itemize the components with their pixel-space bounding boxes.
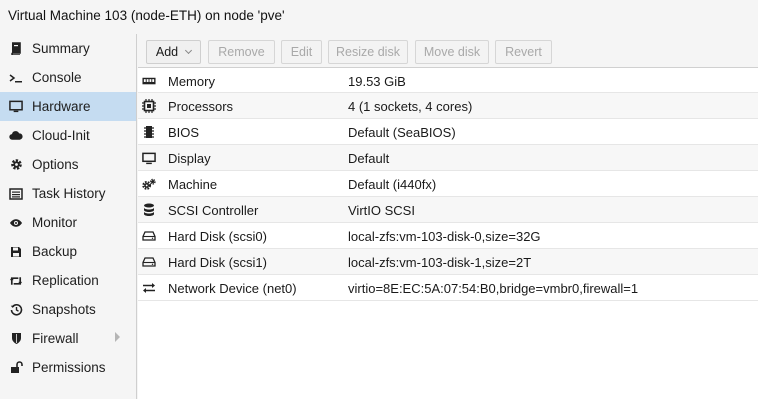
row-value: Default (i440fx) bbox=[348, 177, 437, 192]
add-button-label: Add bbox=[155, 45, 179, 59]
cloud-icon bbox=[9, 129, 23, 143]
row-name: SCSI Controller bbox=[168, 203, 259, 218]
row-value: local-zfs:vm-103-disk-0,size=32G bbox=[348, 229, 541, 244]
table-row[interactable]: Display Default bbox=[138, 145, 758, 171]
remove-button-label: Remove bbox=[218, 45, 265, 59]
cogs-icon bbox=[142, 177, 156, 191]
row-name: Network Device (net0) bbox=[168, 281, 297, 296]
sidebar-item-replication[interactable]: Replication bbox=[0, 266, 136, 295]
move-disk-button[interactable]: Move disk bbox=[415, 40, 489, 64]
sidebar-item-task-history[interactable]: Task History bbox=[0, 179, 136, 208]
hardware-grid: Memory 19.53 GiB Processors 4 (1 sockets… bbox=[138, 68, 758, 301]
sidebar-item-cloud-init[interactable]: Cloud-Init bbox=[0, 121, 136, 150]
edit-button[interactable]: Edit bbox=[281, 40, 322, 64]
sidebar-item-snapshots[interactable]: Snapshots bbox=[0, 295, 136, 324]
memory-icon bbox=[142, 74, 156, 88]
edit-button-label: Edit bbox=[290, 45, 313, 59]
title-bar: Virtual Machine 103 (node-ETH) on node '… bbox=[0, 0, 758, 34]
row-name: Hard Disk (scsi1) bbox=[168, 255, 267, 270]
revert-button-label: Revert bbox=[505, 45, 542, 59]
remove-button[interactable]: Remove bbox=[208, 40, 275, 64]
row-value: local-zfs:vm-103-disk-1,size=2T bbox=[348, 255, 532, 270]
row-name: Processors bbox=[168, 99, 234, 114]
hardware-panel: Add Remove Edit Resize disk Move disk Re… bbox=[138, 34, 758, 399]
sidebar-item-label: Firewall bbox=[32, 331, 79, 346]
row-name: Display bbox=[168, 151, 211, 166]
sidebar-item-label: Cloud-Init bbox=[32, 128, 90, 143]
sidebar-item-options[interactable]: Options bbox=[0, 150, 136, 179]
sidebar-item-label: Replication bbox=[32, 273, 99, 288]
sidebar-item-label: Summary bbox=[32, 41, 90, 56]
book-icon bbox=[9, 42, 23, 56]
retweet-icon bbox=[9, 274, 23, 288]
window-title: Virtual Machine 103 (node-ETH) on node '… bbox=[8, 8, 285, 23]
table-row[interactable]: Machine Default (i440fx) bbox=[138, 171, 758, 197]
table-row[interactable]: BIOS Default (SeaBIOS) bbox=[138, 119, 758, 145]
sidebar-item-label: Console bbox=[32, 70, 82, 85]
eye-icon bbox=[9, 216, 23, 230]
sidebar-item-label: Task History bbox=[32, 186, 106, 201]
terminal-icon bbox=[9, 71, 23, 85]
table-row[interactable]: Processors 4 (1 sockets, 4 cores) bbox=[138, 93, 758, 119]
table-row[interactable]: SCSI Controller VirtIO SCSI bbox=[138, 197, 758, 223]
sidebar-item-firewall[interactable]: Firewall bbox=[0, 324, 136, 353]
list-icon bbox=[9, 187, 23, 201]
sidebar-item-console[interactable]: Console bbox=[0, 63, 136, 92]
sidebar: Summary Console Hardware Cloud-Init Opti… bbox=[0, 34, 137, 399]
sidebar-item-hardware[interactable]: Hardware bbox=[0, 92, 136, 121]
submenu-arrow-icon bbox=[115, 332, 120, 342]
sidebar-item-label: Monitor bbox=[32, 215, 78, 230]
desktop-icon bbox=[142, 151, 156, 165]
sidebar-item-summary[interactable]: Summary bbox=[0, 34, 136, 63]
chevron-down-icon bbox=[185, 46, 193, 55]
move-disk-button-label: Move disk bbox=[423, 45, 481, 59]
database-icon bbox=[142, 203, 156, 217]
add-button[interactable]: Add bbox=[146, 40, 201, 64]
sidebar-item-label: Hardware bbox=[32, 99, 91, 114]
sidebar-item-label: Snapshots bbox=[32, 302, 96, 317]
row-value: virtio=8E:EC:5A:07:54:B0,bridge=vmbr0,fi… bbox=[348, 281, 639, 296]
resize-disk-button-label: Resize disk bbox=[336, 45, 400, 59]
history-icon bbox=[9, 303, 23, 317]
row-value: 4 (1 sockets, 4 cores) bbox=[348, 99, 473, 114]
row-name: Memory bbox=[168, 74, 215, 89]
sidebar-item-permissions[interactable]: Permissions bbox=[0, 353, 136, 382]
floppy-icon bbox=[9, 245, 23, 259]
table-row[interactable]: Network Device (net0) virtio=8E:EC:5A:07… bbox=[138, 275, 758, 301]
row-value: Default (SeaBIOS) bbox=[348, 125, 456, 140]
sidebar-item-backup[interactable]: Backup bbox=[0, 237, 136, 266]
table-row[interactable]: Memory 19.53 GiB bbox=[138, 68, 758, 93]
hdd-icon bbox=[142, 255, 156, 269]
row-value: 19.53 GiB bbox=[348, 74, 406, 89]
sidebar-item-label: Permissions bbox=[32, 360, 106, 375]
cpu-icon bbox=[142, 99, 156, 113]
shield-icon bbox=[9, 332, 23, 346]
exchange-icon bbox=[142, 281, 156, 295]
hdd-icon bbox=[142, 229, 156, 243]
microchip-icon bbox=[142, 125, 156, 139]
sidebar-item-monitor[interactable]: Monitor bbox=[0, 208, 136, 237]
row-value: Default bbox=[348, 151, 390, 166]
row-name: Machine bbox=[168, 177, 218, 192]
row-name: Hard Disk (scsi0) bbox=[168, 229, 267, 244]
sidebar-item-label: Backup bbox=[32, 244, 78, 259]
row-name: BIOS bbox=[168, 125, 200, 140]
toolbar: Add Remove Edit Resize disk Move disk Re… bbox=[138, 34, 758, 68]
row-value: VirtIO SCSI bbox=[348, 203, 415, 218]
resize-disk-button[interactable]: Resize disk bbox=[328, 40, 408, 64]
gear-icon bbox=[9, 158, 23, 172]
unlock-icon bbox=[9, 361, 23, 375]
table-row[interactable]: Hard Disk (scsi1) local-zfs:vm-103-disk-… bbox=[138, 249, 758, 275]
monitor-icon bbox=[9, 100, 23, 114]
table-row[interactable]: Hard Disk (scsi0) local-zfs:vm-103-disk-… bbox=[138, 223, 758, 249]
revert-button[interactable]: Revert bbox=[495, 40, 552, 64]
sidebar-item-label: Options bbox=[32, 157, 79, 172]
